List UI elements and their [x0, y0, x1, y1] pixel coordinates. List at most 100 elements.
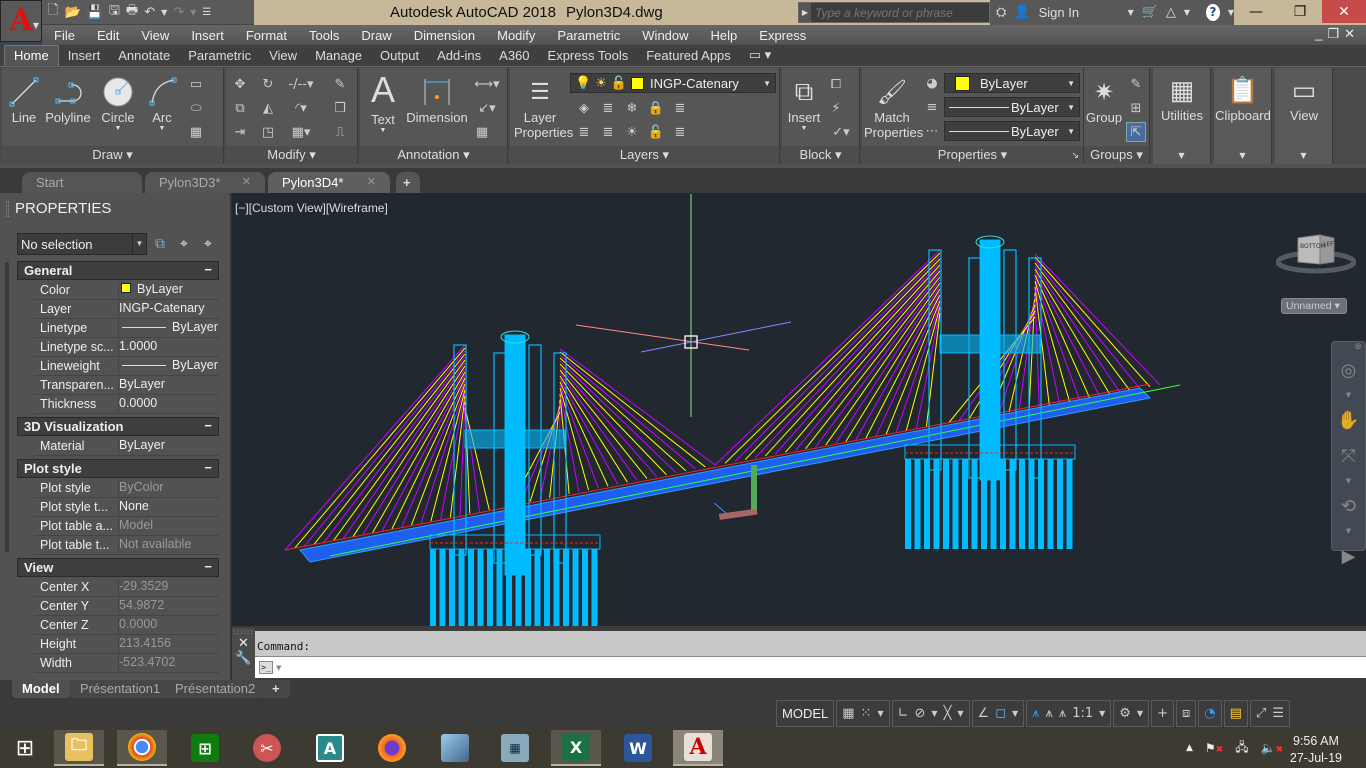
sign-in-dropdown-icon[interactable]: ▼ — [1128, 8, 1134, 17]
polar-tracking-icon[interactable]: ⊘ — [915, 706, 926, 721]
steering-wheel-icon[interactable]: ◎ — [1332, 352, 1365, 388]
offset-icon[interactable]: ⎍ — [330, 122, 350, 142]
new-layout-button[interactable]: + — [262, 680, 290, 698]
pan-hand-icon[interactable]: ✋ — [1332, 402, 1365, 438]
annotation-visibility-icon[interactable]: ⩚ — [1032, 706, 1039, 721]
trim-icon[interactable]: -/--▾ — [286, 74, 316, 94]
file-tab-start[interactable]: Start — [22, 172, 142, 193]
taskbar-chrome[interactable] — [117, 730, 167, 766]
ortho-icon[interactable]: ∟ — [898, 706, 909, 721]
group-button[interactable]: ✷ Group — [1084, 74, 1124, 126]
property-row[interactable]: Center Z 0.0000 — [34, 616, 219, 635]
save-as-icon[interactable]: 🖫 — [109, 1, 120, 23]
move-icon[interactable]: ✥ — [230, 74, 250, 94]
property-row[interactable]: Thickness 0.0000 — [34, 395, 219, 414]
scale-icon[interactable]: ◳ — [258, 122, 278, 142]
stretch-icon[interactable]: ⇥ — [230, 122, 250, 142]
properties-panel-title[interactable]: Properties ▾ ↘ — [862, 146, 1083, 164]
text-dropdown-icon[interactable]: ▼ — [364, 127, 402, 134]
undo-dropdown-icon[interactable]: ▼ — [161, 8, 167, 17]
ungroup-icon[interactable]: ✎ — [1126, 74, 1146, 94]
redo-icon[interactable]: ↷ — [173, 5, 184, 20]
close-tab-icon[interactable]: ✕ — [367, 175, 376, 188]
taskbar-firefox[interactable] — [367, 730, 417, 766]
edit-attributes-icon[interactable]: ✓▾ — [826, 122, 856, 142]
property-row[interactable]: Plot style t... None — [34, 498, 219, 517]
explode-icon[interactable]: ❒ — [330, 98, 350, 118]
layer-unlock-all-icon[interactable]: 🔓 — [646, 122, 666, 142]
quick-select-icon[interactable]: ⌖ — [204, 236, 212, 252]
workspace-dropdown-icon[interactable]: ▼ — [1137, 709, 1143, 718]
layer-off-icon[interactable]: ◈ — [574, 98, 594, 118]
menu-window[interactable]: Window — [631, 28, 699, 43]
menu-draw[interactable]: Draw — [350, 28, 402, 43]
close-command-line-icon[interactable]: ✕ — [232, 636, 255, 651]
linear-dimension-icon[interactable]: ⟷▾ — [472, 74, 502, 94]
taskbar-notepad[interactable] — [430, 730, 480, 766]
grid-icon[interactable]: ▦ — [842, 706, 854, 721]
match-properties-button[interactable]: 🖌 Match Properties — [864, 74, 923, 141]
scale-dropdown-icon[interactable]: ▼ — [1099, 709, 1105, 718]
property-row[interactable]: Width -523.4702 — [34, 654, 219, 673]
property-row[interactable]: Transparen... ByLayer — [34, 376, 219, 395]
drawing-viewport[interactable] — [232, 193, 1366, 626]
auto-scale-icon[interactable]: ⩚ — [1046, 706, 1053, 721]
thaw-all-icon[interactable]: ☀ — [622, 122, 642, 142]
menu-file[interactable]: File — [42, 28, 86, 43]
utilities-button[interactable]: ▦ Utilities — [1153, 72, 1211, 124]
property-row[interactable]: Material ByLayer — [34, 437, 219, 456]
sign-in-button[interactable]: Sign In — [1039, 5, 1120, 20]
snap-icon[interactable]: ⁙ — [861, 706, 872, 721]
menu-edit[interactable]: Edit — [86, 28, 130, 43]
taskbar-store[interactable]: ⊞ — [180, 730, 230, 766]
a360-dropdown-icon[interactable]: ▼ — [1184, 8, 1190, 17]
menu-dimension[interactable]: Dimension — [403, 28, 486, 43]
taskbar-excel[interactable]: X — [551, 730, 601, 766]
layer-freeze-icon[interactable]: ❄ — [622, 98, 642, 118]
arc-dropdown-icon[interactable]: ▼ — [144, 125, 180, 132]
insert-dropdown-icon[interactable]: ▼ — [784, 125, 824, 132]
property-row[interactable]: Plot table t... Not available — [34, 536, 219, 555]
command-grip[interactable]: :::::: — [232, 628, 255, 636]
recent-commands-dropdown-icon[interactable]: ▼ — [276, 664, 281, 672]
layout-tab-model[interactable]: Model — [12, 680, 70, 698]
file-tab-pylon3d4[interactable]: Pylon3D4* ✕ — [268, 172, 390, 193]
line-button[interactable]: Line — [6, 74, 42, 125]
redo-dropdown-icon[interactable]: ▼ — [190, 8, 196, 17]
ribbon-tab-home[interactable]: Home — [4, 45, 59, 66]
clock[interactable]: 9:56 AM 27-Jul-19 — [1290, 733, 1342, 767]
annotation-scale-value[interactable]: 1:1 — [1072, 706, 1093, 721]
collapse-icon[interactable]: − — [204, 559, 212, 574]
layer-isolate-icon[interactable]: ≣ — [598, 98, 618, 118]
orbit-icon[interactable]: ⟲ — [1332, 488, 1365, 524]
ribbon-minimize-toggle[interactable]: ▭ ▾ — [740, 45, 780, 66]
volume-muted-icon[interactable]: 🔈✖ — [1261, 741, 1284, 755]
taskbar-calculator[interactable]: ▦ — [490, 730, 540, 766]
clipboard-button[interactable]: 📋 Clipboard — [1214, 72, 1272, 124]
annotation-panel-title[interactable]: Annotation ▾ — [360, 146, 507, 164]
selection-dropdown[interactable]: No selection ▼ — [17, 233, 147, 255]
model-space-button[interactable]: MODEL — [782, 706, 828, 721]
insert-button[interactable]: ⧉ Insert ▼ — [784, 74, 824, 132]
minimize-button[interactable]: — — [1234, 0, 1278, 23]
object-snap-tracking-icon[interactable]: ∠ — [978, 706, 990, 721]
showmotion-icon[interactable]: ▶ — [1332, 538, 1365, 574]
clipboard-panel[interactable]: 📋 Clipboard ▼ — [1214, 68, 1272, 164]
select-objects-icon[interactable]: ⌖ — [180, 236, 188, 252]
chevron-down-icon[interactable]: ▼ — [1332, 388, 1365, 402]
new-tab-button[interactable]: + — [396, 172, 420, 193]
print-icon[interactable]: 🖶 — [126, 1, 138, 23]
file-tab-pylon3d3[interactable]: Pylon3D3* ✕ — [145, 172, 265, 193]
taskbar-file-explorer[interactable]: 🗀 — [54, 730, 104, 766]
restore-button[interactable]: ❐ — [1278, 0, 1322, 23]
workspace-gear-icon[interactable]: ⚙ — [1119, 706, 1131, 721]
hatch-icon[interactable]: ▦ — [186, 122, 206, 142]
make-current-icon[interactable]: ≣ — [670, 98, 690, 118]
view-panel[interactable]: ▭ View ▼ — [1275, 68, 1333, 164]
taskbar-autocad[interactable]: A — [673, 730, 723, 766]
osnap-dropdown-icon[interactable]: ▼ — [1012, 709, 1018, 718]
fillet-icon[interactable]: ◜▾ — [286, 98, 316, 118]
array-icon[interactable]: ▦▾ — [286, 122, 316, 142]
save-icon[interactable]: 💾 — [87, 5, 103, 20]
dimension-button[interactable]: Dimension — [406, 74, 468, 125]
